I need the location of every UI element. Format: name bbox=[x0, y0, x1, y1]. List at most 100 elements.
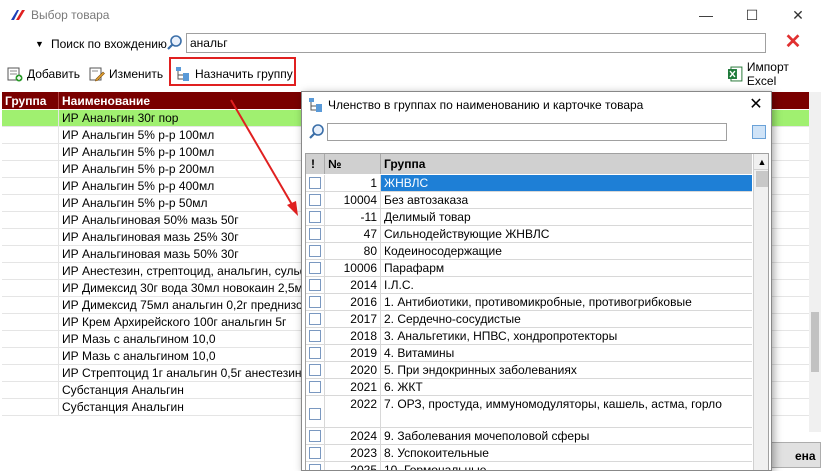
edit-button-label: Изменить bbox=[109, 67, 164, 81]
group-number: 2025 bbox=[325, 462, 381, 470]
groups-scrollbar-thumb[interactable] bbox=[756, 171, 768, 187]
list-item[interactable]: 1 ЖНВЛС bbox=[306, 175, 752, 192]
groups-rows: 1 ЖНВЛС 10004 Без автозаказа -11 Делимый то… bbox=[306, 175, 752, 470]
group-checkbox[interactable] bbox=[309, 364, 321, 376]
search-label: Поиск по вхождению bbox=[51, 37, 167, 51]
search-input[interactable] bbox=[186, 33, 766, 53]
group-number: 2024 bbox=[325, 428, 381, 444]
row-group-cell bbox=[2, 348, 59, 364]
row-group-cell bbox=[2, 178, 59, 194]
toolbar: Добавить Изменить Назначить группу Импор… bbox=[0, 60, 821, 88]
group-tree-icon bbox=[309, 98, 322, 112]
row-group-cell bbox=[2, 110, 59, 126]
main-scrollbar[interactable] bbox=[809, 92, 821, 432]
row-group-cell bbox=[2, 297, 59, 313]
list-item[interactable]: 2024 9. Заболевания мочеполовой сферы bbox=[306, 428, 752, 445]
list-item[interactable]: 80 Кодеиносодержащие bbox=[306, 243, 752, 260]
group-number: 10006 bbox=[325, 260, 381, 276]
group-checkbox[interactable] bbox=[309, 194, 321, 206]
add-button[interactable]: Добавить bbox=[7, 64, 80, 84]
group-number: 2021 bbox=[325, 379, 381, 395]
group-number: 2018 bbox=[325, 328, 381, 344]
column-header-group[interactable]: Группа bbox=[381, 154, 752, 174]
list-item[interactable]: 2014 I.Л.С. bbox=[306, 277, 752, 294]
close-button[interactable]: ✕ bbox=[775, 0, 821, 30]
group-number: 2014 bbox=[325, 277, 381, 293]
group-checkbox[interactable] bbox=[309, 245, 321, 257]
group-number: 2017 bbox=[325, 311, 381, 327]
dialog-search-input[interactable] bbox=[327, 123, 727, 141]
list-item[interactable]: 2023 8. Успокоительные bbox=[306, 445, 752, 462]
search-mode-dropdown-icon[interactable]: ▼ bbox=[35, 39, 44, 49]
edit-icon bbox=[89, 67, 105, 82]
list-item[interactable]: 10004 Без автозаказа bbox=[306, 192, 752, 209]
import-excel-label: Импорт Excel bbox=[746, 60, 789, 88]
cancel-button[interactable]: ена bbox=[766, 442, 821, 468]
column-header-check[interactable]: ! bbox=[306, 154, 325, 174]
column-header-number[interactable]: № bbox=[325, 154, 381, 174]
group-name: 6. ЖКТ bbox=[384, 380, 423, 394]
excel-icon bbox=[727, 66, 743, 82]
row-group-cell bbox=[2, 280, 59, 296]
group-checkbox[interactable] bbox=[309, 408, 321, 420]
column-header-group[interactable]: Группа bbox=[2, 92, 59, 109]
group-number: 2020 bbox=[325, 362, 381, 378]
scroll-up-icon[interactable]: ▲ bbox=[754, 154, 768, 170]
group-number: 10004 bbox=[325, 192, 381, 208]
group-checkbox[interactable] bbox=[309, 430, 321, 442]
list-item[interactable]: 2020 5. При эндокринных заболеваниях bbox=[306, 362, 752, 379]
group-checkbox[interactable] bbox=[309, 464, 321, 470]
groups-scrollbar[interactable]: ▲ bbox=[753, 154, 768, 470]
main-scrollbar-thumb[interactable] bbox=[811, 312, 819, 372]
group-checkbox[interactable] bbox=[309, 313, 321, 325]
group-checkbox[interactable] bbox=[309, 347, 321, 359]
list-item[interactable]: 2018 3. Анальгетики, НПВС, хондропротекто… bbox=[306, 328, 752, 345]
window-title: Выбор товара bbox=[31, 8, 110, 22]
dialog-close-button[interactable]: ✕ bbox=[745, 94, 767, 116]
group-number: 47 bbox=[325, 226, 381, 242]
group-number: 2016 bbox=[325, 294, 381, 310]
group-checkbox[interactable] bbox=[309, 330, 321, 342]
group-checkbox[interactable] bbox=[309, 177, 321, 189]
minimize-button[interactable]: — bbox=[683, 0, 729, 30]
list-item[interactable]: 2019 4. Витамины bbox=[306, 345, 752, 362]
search-icon bbox=[309, 124, 324, 139]
edit-button[interactable]: Изменить bbox=[89, 64, 163, 84]
group-membership-dialog: Членство в группах по наименованию и кар… bbox=[301, 91, 772, 471]
import-excel-button[interactable]: Импорт Excel bbox=[727, 60, 821, 88]
group-name: 2. Сердечно-сосудистые bbox=[384, 312, 521, 326]
dialog-select-all-checkbox[interactable] bbox=[752, 125, 766, 139]
group-name: 5. При эндокринных заболеваниях bbox=[384, 363, 577, 377]
group-checkbox[interactable] bbox=[309, 211, 321, 223]
list-item[interactable]: 2021 6. ЖКТ bbox=[306, 379, 752, 396]
row-group-cell bbox=[2, 382, 59, 398]
row-group-cell bbox=[2, 212, 59, 228]
row-group-cell bbox=[2, 399, 59, 415]
group-checkbox[interactable] bbox=[309, 279, 321, 291]
group-name: I.Л.С. bbox=[384, 278, 414, 292]
group-checkbox[interactable] bbox=[309, 447, 321, 459]
group-checkbox[interactable] bbox=[309, 381, 321, 393]
list-item[interactable]: 10006 Парафарм bbox=[306, 260, 752, 277]
list-item[interactable]: 2017 2. Сердечно-сосудистые bbox=[306, 311, 752, 328]
list-item[interactable]: 2022 7. ОРЗ, простуда, иммуномодуляторы, … bbox=[306, 396, 752, 428]
group-name: Кодеиносодержащие bbox=[384, 244, 502, 258]
list-item[interactable]: 2025 10. Гормональные bbox=[306, 462, 752, 470]
row-group-cell bbox=[2, 246, 59, 262]
maximize-button[interactable]: ☐ bbox=[729, 0, 775, 30]
list-item[interactable]: -11 Делимый товар bbox=[306, 209, 752, 226]
group-name: Делимый товар bbox=[384, 210, 471, 224]
group-name: Парафарм bbox=[384, 261, 445, 275]
app-logo-icon bbox=[11, 10, 25, 20]
group-number: 80 bbox=[325, 243, 381, 259]
clear-search-icon[interactable]: ✕ bbox=[784, 32, 802, 52]
group-number: 2023 bbox=[325, 445, 381, 461]
list-item[interactable]: 2016 1. Антибиотики, противомикробные, пр… bbox=[306, 294, 752, 311]
group-checkbox[interactable] bbox=[309, 262, 321, 274]
row-group-cell bbox=[2, 161, 59, 177]
group-name: 3. Анальгетики, НПВС, хондропротекторы bbox=[384, 329, 618, 343]
group-checkbox[interactable] bbox=[309, 228, 321, 240]
search-icon bbox=[167, 35, 182, 50]
group-checkbox[interactable] bbox=[309, 296, 321, 308]
list-item[interactable]: 47 Сильнодействующие ЖНВЛС bbox=[306, 226, 752, 243]
